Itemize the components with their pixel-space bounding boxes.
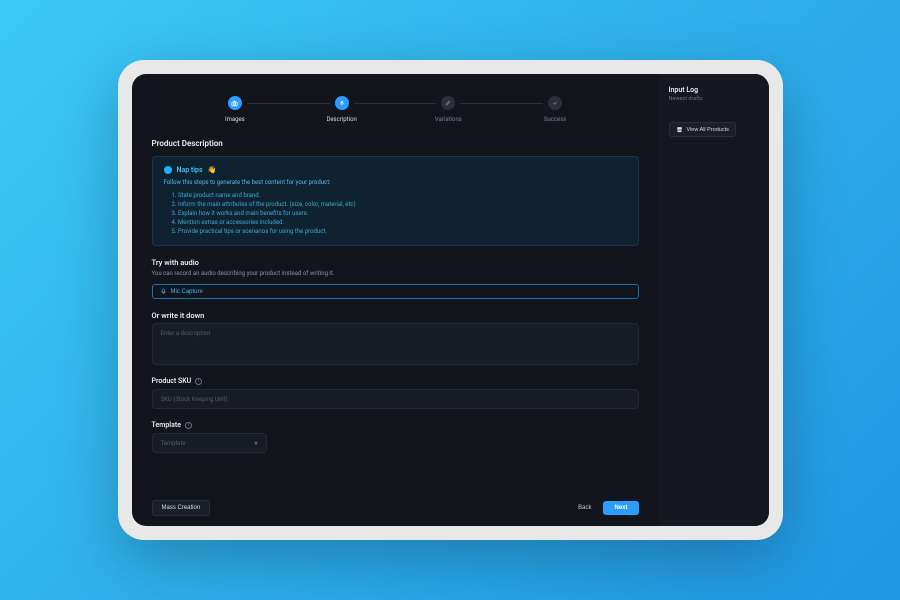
- tips-card: Nap tips 👋 Follow this steps to generate…: [152, 156, 639, 246]
- chevron-down-icon: ▾: [254, 440, 257, 447]
- tips-subtitle: Follow this steps to generate the best c…: [164, 179, 627, 186]
- step-label: Description: [326, 116, 356, 123]
- mic-capture-button[interactable]: Mic Capture: [152, 284, 639, 299]
- info-icon[interactable]: i: [185, 422, 192, 429]
- mic-capture-label: Mic Capture: [171, 289, 203, 295]
- main-panel: Images Description Variations: [132, 74, 659, 526]
- tips-item: 2. Inform the main attributes of the pro…: [172, 200, 627, 209]
- step-description[interactable]: Description: [288, 96, 395, 123]
- mic-icon: [160, 288, 167, 295]
- sidebar: Input Log Newest drafts View All Product…: [659, 74, 769, 526]
- step-label: Success: [544, 116, 567, 123]
- description-textarea[interactable]: [152, 323, 639, 365]
- sku-input[interactable]: [152, 389, 639, 409]
- camera-icon: [228, 96, 242, 110]
- step-images[interactable]: Images: [182, 96, 289, 123]
- bullet-icon: [164, 166, 172, 174]
- view-all-label: View All Products: [687, 127, 729, 133]
- template-label: Template: [152, 421, 181, 429]
- audio-title: Try with audio: [152, 258, 639, 267]
- stepper: Images Description Variations: [182, 96, 609, 123]
- wave-icon: 👋: [208, 166, 217, 174]
- write-title: Or write it down: [152, 311, 639, 320]
- audio-desc: You can record an audio describing your …: [152, 270, 639, 277]
- mic-icon: [335, 96, 349, 110]
- step-success[interactable]: Success: [502, 96, 609, 123]
- tips-item: 1. State product name and brand.: [172, 191, 627, 200]
- check-icon: [548, 96, 562, 110]
- step-label: Images: [225, 116, 245, 123]
- back-button[interactable]: Back: [572, 501, 597, 515]
- template-label-row: Template i: [152, 421, 639, 429]
- footer-bar: Mass Creation Back Next: [152, 490, 639, 516]
- tips-header: Nap tips 👋: [164, 166, 627, 174]
- step-label: Variations: [435, 116, 462, 123]
- device-frame: Images Description Variations: [118, 60, 783, 540]
- store-icon: [676, 126, 683, 133]
- template-placeholder: Template: [161, 440, 186, 447]
- sidebar-subtitle: Newest drafts: [669, 96, 759, 102]
- tips-item: 4. Mention extras or accessories include…: [172, 218, 627, 227]
- tips-item: 3. Explain how it works and main benefit…: [172, 209, 627, 218]
- tips-list: 1. State product name and brand. 2. Info…: [164, 191, 627, 236]
- template-select[interactable]: Template ▾: [152, 433, 267, 453]
- tips-title: Nap tips: [177, 166, 203, 174]
- view-all-products-button[interactable]: View All Products: [669, 122, 736, 137]
- sku-label: Product SKU: [152, 377, 192, 385]
- sidebar-title: Input Log: [669, 86, 759, 94]
- step-variations[interactable]: Variations: [395, 96, 502, 123]
- mass-creation-button[interactable]: Mass Creation: [152, 500, 211, 516]
- page-title: Product Description: [152, 139, 639, 148]
- tips-item: 5. Provide practical tips or scenarios f…: [172, 227, 627, 236]
- app-screen: Images Description Variations: [132, 74, 769, 526]
- next-button[interactable]: Next: [603, 501, 638, 515]
- footer-right: Back Next: [572, 501, 638, 515]
- sku-label-row: Product SKU i: [152, 377, 639, 385]
- pencil-icon: [441, 96, 455, 110]
- info-icon[interactable]: i: [195, 378, 202, 385]
